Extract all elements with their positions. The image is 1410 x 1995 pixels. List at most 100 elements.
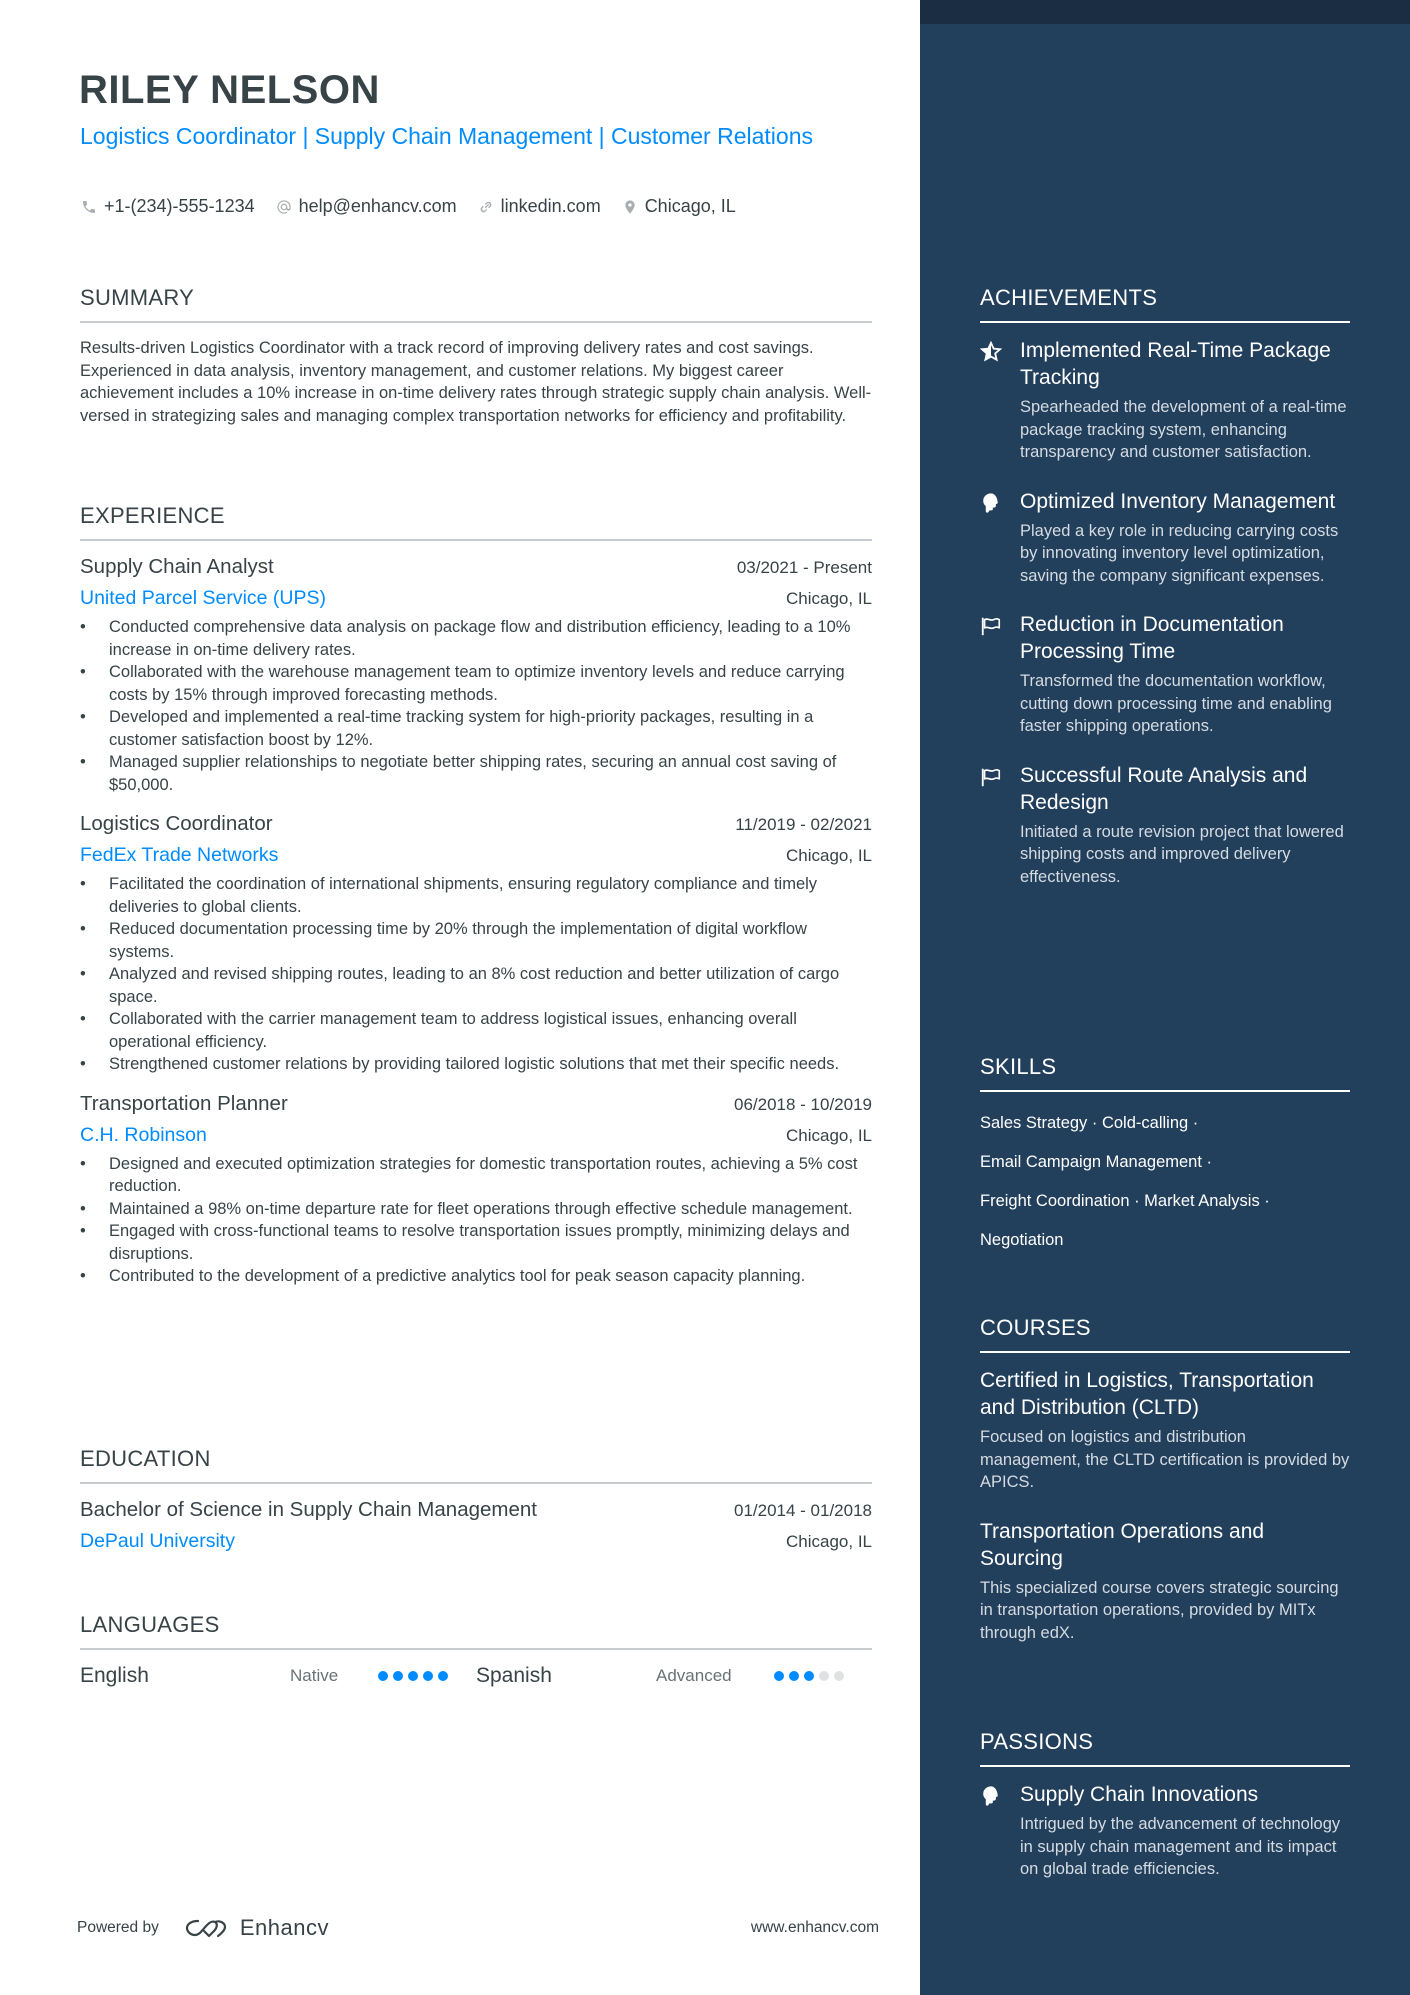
- job-location: Chicago, IL: [786, 846, 872, 865]
- course-desc: This specialized course covers strategic…: [980, 1578, 1339, 1642]
- language-level: Native: [290, 1666, 339, 1685]
- language-name: English: [80, 1664, 149, 1687]
- brain-head-icon: [980, 488, 1020, 588]
- rating-dot-filled: [423, 1671, 433, 1681]
- contact-location: Chicago, IL: [621, 196, 736, 217]
- summary-text: Results-driven Logistics Coordinator wit…: [80, 339, 872, 425]
- passion-item: Supply Chain Innovations Intrigued by th…: [980, 1781, 1350, 1881]
- achievement-title: Successful Route Analysis and Redesign: [1020, 763, 1308, 814]
- achievement-title: Reduction in Documentation Processing Ti…: [1020, 613, 1284, 663]
- job-title: Transportation Planner: [80, 1091, 288, 1115]
- bullet-item: Engaged with cross-functional teams to r…: [80, 1220, 872, 1265]
- job-bullets: Designed and executed optimization strat…: [80, 1153, 872, 1288]
- star-icon: [979, 337, 1020, 464]
- rating-dot-filled: [774, 1671, 784, 1681]
- job-bullets: Conducted comprehensive data analysis on…: [80, 616, 872, 796]
- skills-section: SKILLS Sales Strategy · Cold-calling · E…: [980, 1054, 1350, 1260]
- course-title: Certified in Logistics, Transportation a…: [980, 1369, 1314, 1419]
- job-title: Supply Chain Analyst: [80, 555, 274, 578]
- sidebar-top-band: [920, 0, 1410, 24]
- contact-linkedin-text: linkedin.com: [500, 196, 601, 216]
- language-item: Spanish Advanced: [476, 1664, 872, 1688]
- languages-heading: LANGUAGES: [80, 1612, 872, 1650]
- bullet-item: Analyzed and revised shipping routes, le…: [80, 963, 872, 1008]
- flag-icon: [980, 762, 1020, 889]
- rating-dot-filled: [789, 1671, 799, 1681]
- bullet-item: Maintained a 98% on-time departure rate …: [80, 1198, 872, 1221]
- candidate-name: RILEY NELSON: [79, 68, 380, 112]
- rating-dot-filled: [804, 1671, 814, 1681]
- job-company[interactable]: FedEx Trade Networks: [80, 844, 278, 867]
- achievement-item: Optimized Inventory Management Played a …: [980, 488, 1350, 588]
- job-location: Chicago, IL: [786, 589, 872, 608]
- language-rating: [774, 1671, 849, 1681]
- powered-by-label: Powered by: [77, 1919, 159, 1936]
- contact-email[interactable]: help@enhancv.com: [275, 196, 457, 217]
- main-column: RILEY NELSON Logistics Coordinator | Sup…: [0, 0, 920, 1995]
- bullet-item: Collaborated with the carrier management…: [80, 1008, 872, 1053]
- brand-name: Enhancv: [239, 1915, 329, 1940]
- location-pin-icon: [621, 198, 639, 216]
- contact-phone-text: +1-(234)-555-1234: [104, 196, 255, 216]
- experience-section: EXPERIENCE Supply Chain Analyst 03/2021 …: [80, 503, 872, 1288]
- headline: Logistics Coordinator | Supply Chain Man…: [80, 123, 813, 149]
- footer-website[interactable]: www.enhancv.com: [751, 1919, 879, 1937]
- bullet-item: Facilitated the coordination of internat…: [80, 873, 872, 918]
- phone-icon: [80, 198, 98, 216]
- experience-heading: EXPERIENCE: [80, 503, 872, 541]
- courses-section: COURSES Certified in Logistics, Transpor…: [980, 1315, 1350, 1644]
- language-level: Advanced: [656, 1666, 732, 1685]
- at-icon: [275, 198, 293, 216]
- achievement-desc: Transformed the documentation workflow, …: [1020, 672, 1332, 735]
- bullet-item: Reduced documentation processing time by…: [80, 918, 872, 963]
- skill-line: Freight Coordination · Market Analysis ·: [980, 1192, 1270, 1210]
- job-entry: Logistics Coordinator 11/2019 - 02/2021 …: [80, 812, 872, 1076]
- job-entry: Transportation Planner 06/2018 - 10/2019…: [80, 1092, 872, 1288]
- rating-dot-filled: [378, 1671, 388, 1681]
- job-location: Chicago, IL: [786, 1125, 872, 1145]
- skills-heading: SKILLS: [980, 1054, 1350, 1092]
- rating-dot-filled: [438, 1671, 448, 1681]
- rating-dot-empty: [819, 1671, 829, 1681]
- education-location: Chicago, IL: [786, 1532, 872, 1551]
- school-name[interactable]: DePaul University: [80, 1530, 235, 1553]
- achievement-title: Optimized Inventory Management: [1020, 489, 1336, 513]
- degree: Bachelor of Science in Supply Chain Mana…: [80, 1498, 537, 1521]
- languages-row: English Native Spanish Advanced: [80, 1664, 872, 1688]
- enhancv-logo-icon: [185, 1919, 226, 1938]
- achievement-item: Reduction in Documentation Processing Ti…: [980, 611, 1350, 738]
- contact-linkedin[interactable]: linkedin.com: [477, 196, 601, 217]
- achievement-desc: Played a key role in reducing carrying c…: [1020, 521, 1339, 585]
- achievement-desc: Spearheaded the development of a real-ti…: [1020, 398, 1347, 461]
- achievement-item: Implemented Real-Time Package Tracking S…: [979, 337, 1350, 464]
- education-heading: EDUCATION: [80, 1446, 872, 1484]
- enhancv-logo[interactable]: Enhancv: [184, 1915, 329, 1941]
- passion-title: Supply Chain Innovations: [1020, 1783, 1259, 1806]
- education-section: EDUCATION Bachelor of Science in Supply …: [80, 1446, 872, 1553]
- language-name: Spanish: [476, 1664, 552, 1687]
- job-company[interactable]: United Parcel Service (UPS): [80, 587, 326, 610]
- language-item: English Native: [80, 1664, 476, 1688]
- bullet-item: Conducted comprehensive data analysis on…: [80, 616, 872, 661]
- link-icon: [477, 198, 495, 216]
- summary-heading: SUMMARY: [80, 285, 872, 323]
- summary-section: SUMMARY Results-driven Logistics Coordin…: [80, 285, 872, 427]
- languages-section: LANGUAGES English Native Spanish Advance…: [80, 1612, 872, 1688]
- rating-dot-filled: [393, 1671, 403, 1681]
- rating-dot-filled: [408, 1671, 418, 1681]
- passion-desc: Intrigued by the advancement of technolo…: [1020, 1815, 1341, 1878]
- job-entry: Supply Chain Analyst 03/2021 - Present U…: [80, 555, 872, 796]
- skill-line: Email Campaign Management ·: [980, 1153, 1213, 1171]
- bullet-item: Collaborated with the warehouse manageme…: [80, 661, 872, 706]
- achievement-item: Successful Route Analysis and Redesign I…: [980, 762, 1350, 889]
- courses-heading: COURSES: [980, 1315, 1350, 1353]
- education-dates: 01/2014 - 01/2018: [733, 1501, 872, 1520]
- bullet-item: Managed supplier relationships to negoti…: [80, 751, 872, 796]
- rating-dot-empty: [834, 1671, 844, 1681]
- contact-phone[interactable]: +1-(234)-555-1234: [80, 196, 255, 217]
- job-dates: 06/2018 - 10/2019: [733, 1094, 872, 1114]
- achievement-desc: Initiated a route revision project that …: [1020, 822, 1344, 886]
- job-company[interactable]: C.H. Robinson: [80, 1124, 207, 1147]
- sidebar: ACHIEVEMENTS Implemented Real-Time Packa…: [920, 0, 1410, 1995]
- job-dates: 11/2019 - 02/2021: [735, 815, 872, 834]
